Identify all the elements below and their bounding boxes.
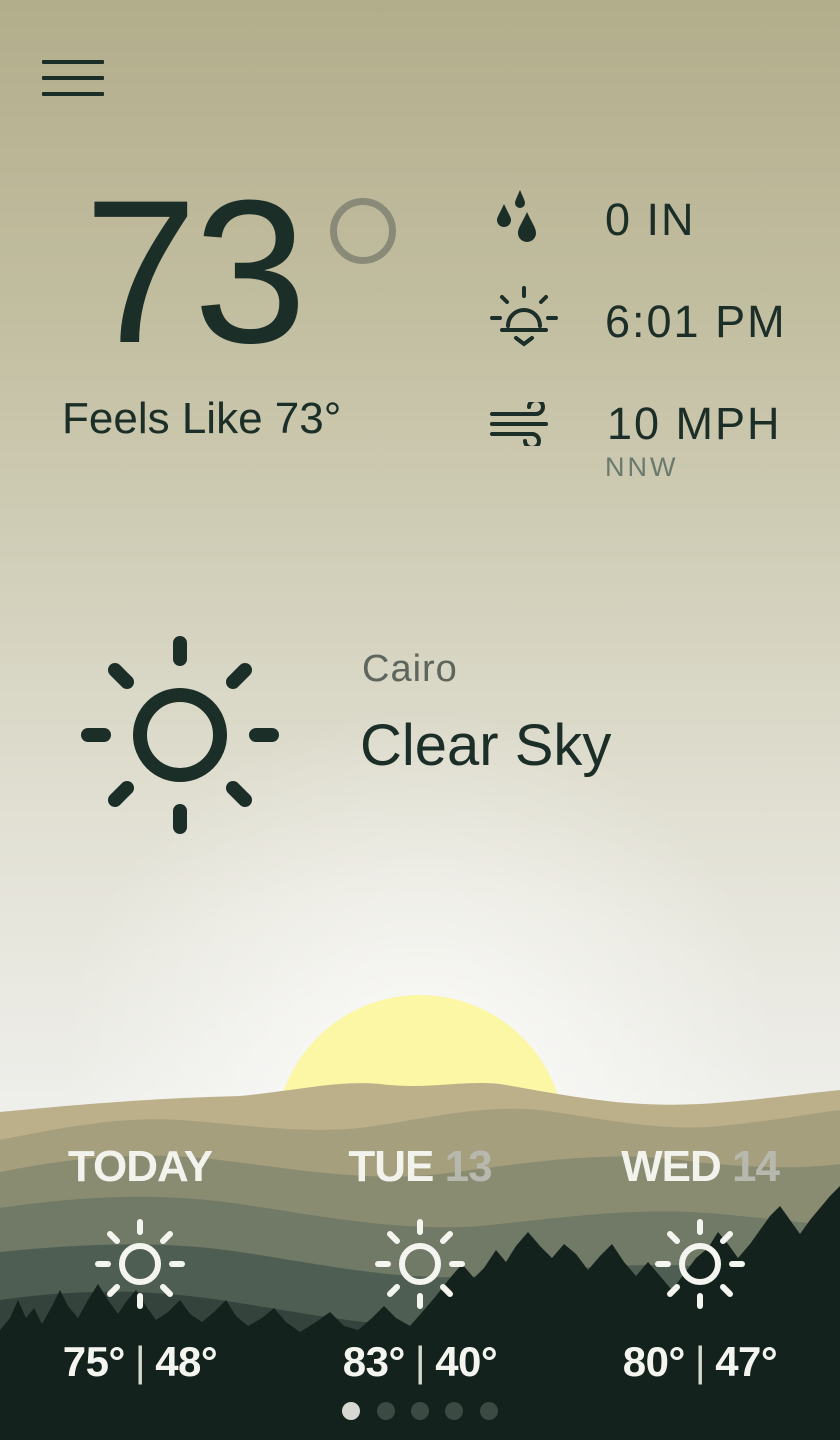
sun-icon [95, 1219, 185, 1309]
forecast-temps: 75° | 48° [62, 1338, 218, 1385]
high-temp: 75° [62, 1338, 126, 1385]
city-name: Cairo [362, 648, 458, 690]
low-temp: 48° [155, 1338, 218, 1385]
high-temp: 83° [342, 1338, 406, 1385]
page-dot[interactable] [342, 1402, 361, 1420]
low-temp: 47° [715, 1338, 778, 1385]
sun-icon [375, 1219, 465, 1309]
precipitation-value: 0 IN [605, 194, 696, 245]
low-temp: 40° [435, 1338, 498, 1385]
hamburger-icon-bar [42, 76, 104, 80]
forecast-temps: 80° | 47° [622, 1338, 778, 1385]
weather-condition: Clear Sky [360, 713, 612, 778]
high-temp: 80° [622, 1338, 686, 1385]
hamburger-icon-bar [42, 60, 104, 64]
page-dot[interactable] [411, 1402, 429, 1420]
weather-screen: 73 Feels Like 73° 0 IN 6:01 PM 10 MPH NN… [0, 0, 840, 1440]
forecast-day-name: TODAY [0, 1142, 280, 1192]
sun-icon [81, 636, 279, 834]
current-temperature: 73 [84, 158, 307, 386]
page-dot[interactable] [376, 1402, 395, 1420]
forecast-day-name: WED 14 [560, 1142, 840, 1192]
sun-icon [655, 1219, 745, 1309]
day-label: TODAY [67, 1142, 213, 1191]
page-indicator [0, 1402, 840, 1422]
day-date: 13 [444, 1142, 493, 1191]
day-label: TUE [348, 1142, 434, 1191]
menu-button[interactable] [40, 58, 108, 100]
forecast-day-name: TUE 13 [280, 1142, 560, 1192]
page-dot[interactable] [479, 1402, 498, 1420]
degree-symbol [330, 198, 396, 264]
wind-direction: NNW [605, 452, 679, 482]
wind-icon [490, 402, 548, 446]
hamburger-icon-bar [42, 92, 104, 96]
day-label: WED [621, 1142, 722, 1191]
forecast-temps: 83° | 40° [342, 1338, 498, 1385]
raindrops-icon [497, 190, 536, 242]
wind-speed: 10 MPH [607, 398, 782, 449]
sunset-time: 6:01 PM [605, 296, 787, 347]
sunset-icon [490, 286, 558, 347]
page-dot[interactable] [445, 1402, 464, 1420]
day-date: 14 [731, 1142, 780, 1191]
feels-like-text: Feels Like 73° [62, 394, 342, 443]
